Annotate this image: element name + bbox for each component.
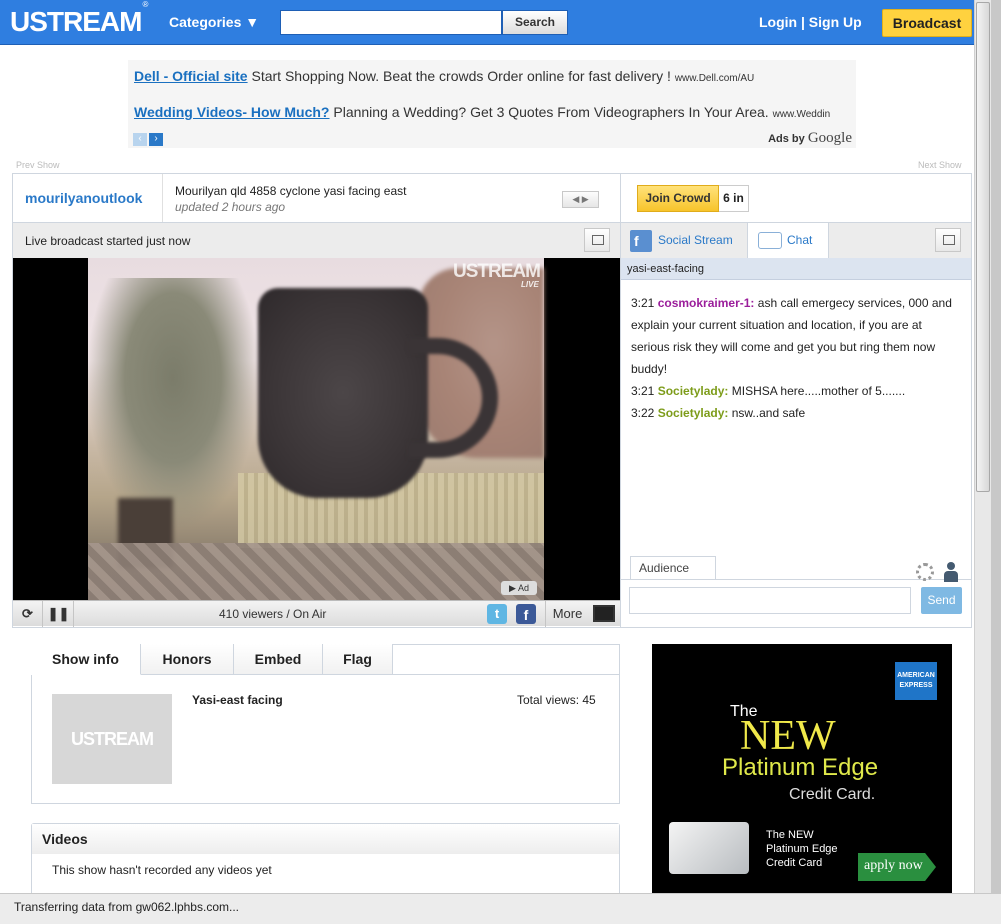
settings-gear-icon[interactable] (916, 563, 934, 581)
videos-heading: Videos (32, 824, 619, 854)
login-signup-link[interactable]: Login | Sign Up (759, 14, 862, 30)
social-tabs: Social Stream Chat (621, 222, 971, 260)
total-views: Total views: 45 (517, 693, 596, 707)
send-button[interactable]: Send (921, 587, 962, 614)
videos-panel: Videos This show hasn't recorded any vid… (31, 823, 620, 898)
show-navigation-arrows[interactable]: ◀ ▶ (562, 191, 599, 208)
viewer-count: 410 viewers / On Air (219, 607, 327, 621)
ad-wedding-link[interactable]: Wedding Videos- How Much? (134, 104, 329, 120)
divider (162, 174, 163, 222)
browser-status-bar: Transferring data from gw062.lphbs.com..… (0, 893, 1001, 924)
more-button[interactable]: More (545, 601, 589, 627)
tab-chat[interactable]: Chat (747, 223, 829, 260)
video-tree (88, 278, 258, 528)
chat-username[interactable]: Societylady: (658, 384, 729, 398)
top-navigation-bar: USTREAM® Categories ▼ Search Login | Sig… (0, 0, 990, 45)
ad-dell-text: Start Shopping Now. Beat the crowds Orde… (251, 68, 671, 84)
show-updated-time: updated 2 hours ago (175, 200, 286, 214)
amex-advertisement[interactable]: AMERICAN EXPRESS The NEW Platinum Edge C… (652, 644, 952, 894)
join-crowd-button[interactable]: Join Crowd (637, 185, 719, 212)
prev-show-link[interactable]: Prev Show (16, 160, 60, 170)
twitter-icon[interactable]: t (487, 604, 507, 624)
credit-card-image (669, 822, 749, 874)
divider (621, 579, 971, 580)
chat-username[interactable]: cosmokraimer-1: (658, 296, 755, 310)
search-input[interactable] (280, 10, 502, 35)
pause-icon[interactable]: ❚❚ (44, 601, 74, 627)
chat-bubble-icon (758, 232, 782, 250)
amex-platinum: Platinum Edge (722, 754, 879, 781)
categories-menu[interactable]: Categories ▼ (169, 14, 259, 30)
chat-message: 3:21 cosmokraimer-1: ash call emergecy s… (631, 296, 952, 376)
popout-chat-icon[interactable] (935, 228, 961, 252)
ad-dell-link[interactable]: Dell - Official site (134, 68, 248, 84)
chat-message: 3:21 Societylady: MISHSA here.....mother… (631, 384, 906, 398)
facebook-icon[interactable]: f (516, 604, 536, 624)
chat-username[interactable]: Societylady: (658, 406, 729, 420)
tab-honors[interactable]: Honors (141, 644, 234, 675)
ad-wedding-url[interactable]: www.Weddin (773, 109, 831, 120)
fullscreen-icon[interactable] (593, 605, 615, 622)
amex-logo: AMERICAN EXPRESS (895, 662, 937, 700)
player-controls: ⟳ ❚❚ 410 viewers / On Air t f More (13, 600, 620, 627)
tab-social-stream[interactable]: Social Stream (630, 223, 733, 259)
search-button[interactable]: Search (502, 10, 568, 35)
popout-video-icon[interactable] (584, 228, 610, 252)
show-thumbnail[interactable]: USTREAM (52, 694, 172, 784)
social-stream-icon (630, 229, 652, 252)
show-title: Mourilyan qld 4858 cyclone yasi facing e… (175, 184, 407, 198)
chat-message: 3:22 Societylady: nsw..and safe (631, 406, 806, 420)
ad-line-dell: Dell - Official site Start Shopping Now.… (134, 68, 754, 84)
window-edge (991, 0, 1001, 924)
refresh-icon[interactable]: ⟳ (13, 601, 43, 627)
tab-flag[interactable]: Flag (323, 644, 393, 675)
video-ground (88, 543, 544, 600)
tab-embed[interactable]: Embed (234, 644, 323, 675)
video-frame (88, 258, 544, 600)
ad-line-wedding: Wedding Videos- How Much? Planning a Wed… (134, 104, 830, 120)
videos-empty-message: This show hasn't recorded any videos yet (52, 863, 272, 877)
ad-dell-url[interactable]: www.Dell.com/AU (675, 73, 754, 84)
ad-prev-arrow-icon[interactable]: ‹ (133, 133, 147, 146)
next-show-link[interactable]: Next Show (918, 160, 962, 170)
ad-next-arrow-icon[interactable]: › (149, 133, 163, 146)
scrollbar-thumb[interactable] (976, 2, 990, 492)
ads-by-google[interactable]: Ads by Google (768, 130, 852, 147)
ustream-logo[interactable]: USTREAM® (10, 0, 148, 38)
apply-now-button[interactable]: apply now (858, 853, 936, 881)
show-name: Yasi-east facing (192, 693, 283, 707)
video-ad-badge[interactable]: ▶ Ad (501, 581, 537, 595)
chat-room-name: yasi-east-facing (621, 258, 971, 280)
amex-credit-card: Credit Card. (789, 786, 876, 803)
video-player[interactable]: USTREAM LIVE ▶ Ad (13, 258, 620, 600)
chat-messages: 3:21 cosmokraimer-1: ash call emergecy s… (631, 292, 961, 424)
user-icon[interactable] (944, 562, 958, 582)
broadcast-button[interactable]: Broadcast (882, 9, 972, 37)
amex-new: NEW (740, 713, 836, 759)
amex-small-text: The NEW Platinum Edge Credit Card (766, 829, 838, 869)
status-text: Transferring data from gw062.lphbs.com..… (14, 900, 239, 914)
channel-name-link[interactable]: mourilyanoutlook (25, 190, 142, 206)
page-scrollbar[interactable] (974, 0, 991, 893)
live-status-text: Live broadcast started just now (25, 234, 191, 248)
broadcast-status-bar: Live broadcast started just now (13, 222, 620, 258)
ad-wedding-text: Planning a Wedding? Get 3 Quotes From Vi… (333, 104, 769, 120)
video-live-label: LIVE (521, 280, 539, 289)
tab-show-info[interactable]: Show info (31, 644, 141, 675)
chat-input[interactable] (629, 587, 911, 614)
google-ads-banner: Dell - Official site Start Shopping Now.… (128, 60, 856, 148)
video-mug (258, 288, 428, 498)
ad-pager: ‹ › (133, 130, 165, 146)
crowd-count: 6 in (719, 185, 749, 212)
tab-audience[interactable]: Audience (630, 556, 716, 579)
tab-spacer (393, 644, 620, 675)
